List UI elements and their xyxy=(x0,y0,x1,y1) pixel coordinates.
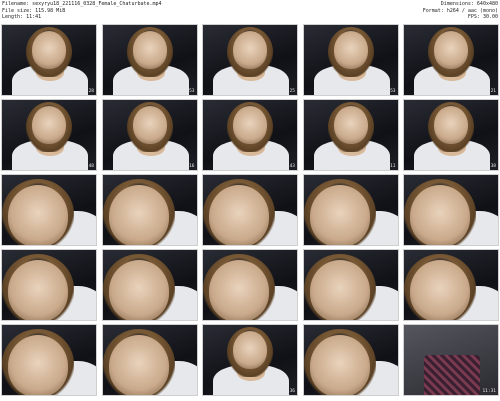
thumbnail[interactable]: 04:11 xyxy=(302,99,399,171)
timestamp: 07:51 xyxy=(180,314,195,319)
thumbnail[interactable]: 00:28 xyxy=(1,24,97,96)
thumbnail-grid: 00:28 00:53 01:25 01:53 02:21 02:48 03:1… xyxy=(1,24,499,400)
timestamp: 00:28 xyxy=(80,89,94,94)
thumbnail[interactable]: 02:21 xyxy=(403,24,499,96)
thumbnail[interactable]: 04:38 xyxy=(403,99,499,171)
fps-line: FPS: 30.00 xyxy=(467,14,498,20)
timestamp: 11:31 xyxy=(482,389,496,394)
timestamp: 08:18 xyxy=(281,314,295,319)
thumbnail[interactable]: 11:03 xyxy=(302,324,399,396)
thumbnail[interactable]: 06:56 xyxy=(403,174,499,246)
file-info-header: Filename: sexyryu18_221116_0328_Female_C… xyxy=(0,0,500,24)
thumbnail[interactable]: 01:53 xyxy=(302,24,399,96)
file-info-right: Dimensions: 640x480 Format: h264 / aac (… xyxy=(423,1,498,21)
timestamp: 10:08 xyxy=(180,389,195,394)
thumbnail[interactable]: 06:28 xyxy=(302,174,399,246)
timestamp: 05:33 xyxy=(180,239,195,244)
filename-line: Filename: sexyryu18_221116_0328_Female_C… xyxy=(2,1,162,7)
timestamp: 11:03 xyxy=(381,389,396,394)
thumbnail[interactable]: 02:48 xyxy=(1,99,97,171)
timestamp: 09:13 xyxy=(482,314,496,319)
thumbnail[interactable]: 09:13 xyxy=(403,249,499,321)
thumbnail[interactable]: 06:01 xyxy=(202,174,298,246)
file-info-left: Filename: sexyryu18_221116_0328_Female_C… xyxy=(2,1,162,21)
thumbnail[interactable]: 08:46 xyxy=(302,249,399,321)
timestamp: 08:46 xyxy=(381,314,396,319)
timestamp: 05:06 xyxy=(80,239,94,244)
thumbnail[interactable]: 03:43 xyxy=(202,99,298,171)
timestamp: 06:56 xyxy=(482,239,496,244)
thumbnail[interactable]: 07:23 xyxy=(1,249,97,321)
timestamp: 07:23 xyxy=(80,314,94,319)
length-line: Length: 11:41 xyxy=(2,14,42,20)
thumbnail[interactable]: 09:41 xyxy=(1,324,97,396)
thumbnail[interactable]: 00:53 xyxy=(101,24,198,96)
timestamp: 10:36 xyxy=(281,389,295,394)
timestamp: 09:41 xyxy=(80,389,94,394)
thumbnail[interactable]: 10:36 xyxy=(202,324,298,396)
thumbnail[interactable]: 05:06 xyxy=(1,174,97,246)
timestamp: 02:48 xyxy=(80,164,94,169)
thumbnail[interactable]: 07:51 xyxy=(101,249,198,321)
timestamp: 03:43 xyxy=(281,164,295,169)
thumbnail[interactable]: 01:25 xyxy=(202,24,298,96)
thumbnail[interactable]: 08:18 xyxy=(202,249,298,321)
timestamp: 04:11 xyxy=(381,164,396,169)
thumbnail[interactable]: 11:31 xyxy=(403,324,499,396)
timestamp: 01:25 xyxy=(281,89,295,94)
timestamp: 00:53 xyxy=(180,89,195,94)
timestamp: 02:21 xyxy=(482,89,496,94)
timestamp: 01:53 xyxy=(381,89,396,94)
thumbnail[interactable]: 10:08 xyxy=(101,324,198,396)
thumbnail[interactable]: 03:16 xyxy=(101,99,198,171)
timestamp: 06:28 xyxy=(381,239,396,244)
thumbnail[interactable]: 05:33 xyxy=(101,174,198,246)
timestamp: 06:01 xyxy=(281,239,295,244)
timestamp: 03:16 xyxy=(180,164,195,169)
timestamp: 04:38 xyxy=(482,164,496,169)
